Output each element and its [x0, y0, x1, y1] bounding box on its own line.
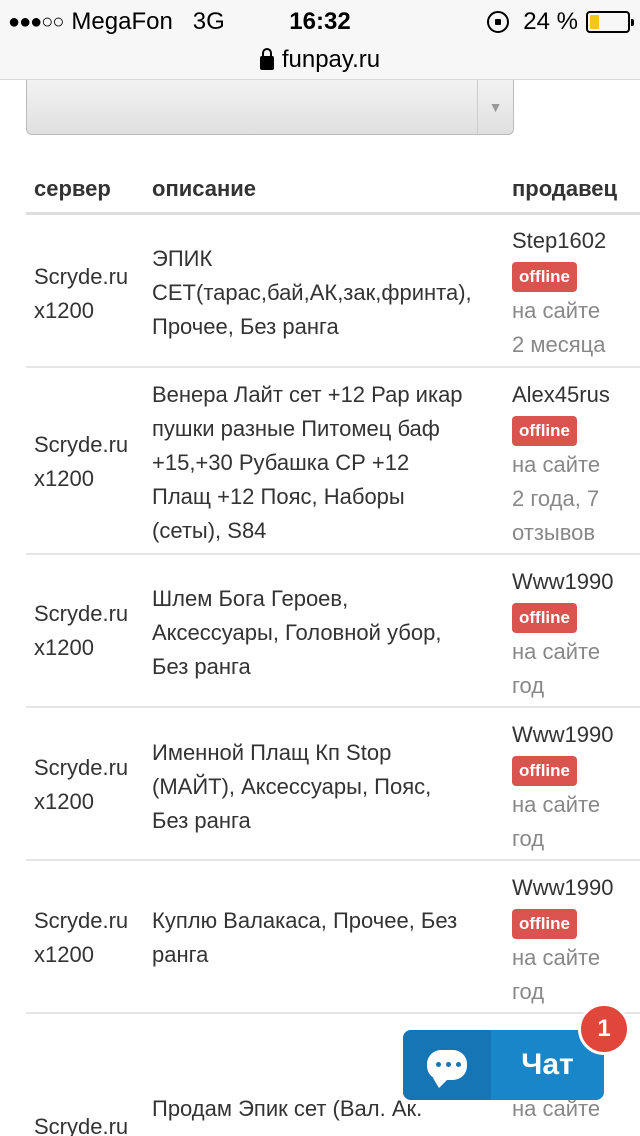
- seller-meta: 2 месяца: [512, 332, 606, 357]
- seller-name[interactable]: Alex45rus: [512, 378, 640, 412]
- status-right: 24 %: [487, 8, 634, 36]
- server-cell: Scryde.ru x1200: [34, 597, 128, 665]
- description-line: пушки разные Питомец баф: [152, 416, 440, 441]
- table-row[interactable]: Scryde.ru x1200 Именной Плащ Кп Stop (МА…: [26, 708, 640, 861]
- seller-meta: год: [512, 826, 545, 851]
- description-line: СЕТ(тарас,бай,АК,зак,фринта),: [152, 280, 472, 305]
- seller-meta: год: [512, 673, 545, 698]
- server-select[interactable]: ▼: [26, 80, 514, 135]
- status-bar: ●●●○○ MegaFon 3G 16:32 24 %: [0, 0, 640, 40]
- seller-meta: отзывов: [512, 520, 596, 545]
- description-line: Шлем Бога Героев,: [152, 586, 349, 611]
- status-badge: offline: [512, 909, 577, 939]
- description-line: (МАЙТ), Аксессуары, Пояс,: [152, 774, 432, 799]
- description-cell: Именной Плащ Кп Stop (МАЙТ), Аксессуары,…: [152, 736, 502, 838]
- battery-level: [590, 15, 599, 29]
- lock-icon: [259, 47, 274, 70]
- chat-button[interactable]: Чат: [403, 1030, 604, 1100]
- battery-icon: [586, 11, 634, 33]
- server-rate: x1200: [34, 466, 94, 491]
- orientation-lock-icon: [487, 11, 510, 33]
- url-text: funpay.ru: [281, 45, 381, 73]
- seller-meta: на сайте: [512, 792, 601, 817]
- server-name: Scryde.ru: [34, 908, 129, 933]
- seller-meta: на сайте: [512, 639, 601, 664]
- server-cell: Scryde.ru x1200: [34, 260, 128, 328]
- table-row[interactable]: Scryde.ru x1200 Куплю Валакаса, Прочее, …: [26, 861, 640, 1014]
- seller-meta: год: [512, 979, 545, 1004]
- status-badge: offline: [512, 416, 577, 446]
- server-rate: x1200: [34, 635, 94, 660]
- address-bar[interactable]: funpay.ru: [0, 40, 640, 80]
- header-seller: продавец: [512, 176, 618, 201]
- status-badge: offline: [512, 262, 577, 292]
- seller-meta: на сайте: [512, 452, 601, 477]
- description-line: ЭПИК: [152, 246, 213, 271]
- server-name: Scryde.ru: [34, 264, 129, 289]
- description-line: Аксессуары, Головной убор,: [152, 620, 442, 645]
- description-cell: Куплю Валакаса, Прочее, Без ранга: [152, 904, 502, 972]
- server-cell: Scryde.ru x1200: [34, 428, 128, 496]
- table-row[interactable]: Scryde.ru x1200 Шлем Бога Героев, Аксесс…: [26, 555, 640, 708]
- description-line: Без ранга: [152, 808, 251, 833]
- server-rate: x1200: [34, 942, 94, 967]
- server-rate: x1200: [34, 789, 94, 814]
- description-line: Куплю Валакаса, Прочее, Без: [152, 908, 458, 933]
- seller-cell: Www1990 offline на сайте год: [512, 871, 640, 1009]
- chat-unread-badge[interactable]: 1: [578, 1003, 630, 1055]
- description-line: ранга: [152, 942, 209, 967]
- seller-cell: Alex45rus offline на сайте 2 года, 7 отз…: [512, 378, 640, 550]
- description-cell: Венера Лайт сет +12 Рар икар пушки разны…: [152, 378, 502, 548]
- description-line: Венера Лайт сет +12 Рар икар: [152, 382, 463, 407]
- description-line: (сеты), S84: [152, 518, 267, 543]
- description-line: +15,+30 Рубашка СР +12: [152, 450, 410, 475]
- server-cell: Scryde.ru: [34, 1110, 128, 1136]
- server-cell: Scryde.ru x1200: [34, 751, 128, 819]
- chevron-down-icon: ▼: [477, 80, 513, 134]
- server-name: Scryde.ru: [34, 755, 129, 780]
- seller-meta: 2 года, 7: [512, 486, 600, 511]
- chat-label: Чат: [521, 1048, 574, 1081]
- server-name: Scryde.ru: [34, 432, 129, 457]
- description-line: Прочее, Без ранга: [152, 314, 339, 339]
- server-rate: x1200: [34, 298, 94, 323]
- server-cell: Scryde.ru x1200: [34, 904, 128, 972]
- status-badge: offline: [512, 756, 577, 786]
- description-line: Именной Плащ Кп Stop: [152, 740, 392, 765]
- description-line: Без ранга: [152, 654, 251, 679]
- seller-cell: Step1602 offline на сайте 2 месяца: [512, 224, 640, 362]
- chat-bubble-icon: [427, 1050, 467, 1088]
- seller-cell: Www1990 offline на сайте год: [512, 718, 640, 856]
- header-server: сервер: [34, 176, 111, 201]
- description-cell: ЭПИК СЕТ(тарас,бай,АК,зак,фринта), Проче…: [152, 242, 502, 344]
- header-description: описание: [152, 176, 257, 201]
- description-cell: Шлем Бога Героев, Аксессуары, Головной у…: [152, 582, 502, 684]
- seller-name[interactable]: Www1990: [512, 871, 640, 905]
- seller-meta: на сайте: [512, 298, 601, 323]
- table-row[interactable]: Scryde.ru x1200 ЭПИК СЕТ(тарас,бай,АК,за…: [26, 218, 640, 368]
- seller-name[interactable]: Step1602: [512, 224, 640, 258]
- seller-cell: Www1990 offline на сайте год: [512, 565, 640, 703]
- seller-meta: на сайте: [512, 945, 601, 970]
- seller-name[interactable]: Www1990: [512, 565, 640, 599]
- status-badge: offline: [512, 603, 577, 633]
- server-name: Scryde.ru: [34, 1114, 129, 1136]
- chat-icon-area: [403, 1030, 491, 1100]
- server-name: Scryde.ru: [34, 601, 129, 626]
- description-line: Плащ +12 Пояс, Наборы: [152, 484, 405, 509]
- battery-percent: 24 %: [523, 8, 578, 35]
- seller-name[interactable]: Www1990: [512, 718, 640, 752]
- table-row[interactable]: Scryde.ru x1200 Венера Лайт сет +12 Рар …: [26, 368, 640, 555]
- table-header: сервер описание продавец: [26, 160, 640, 215]
